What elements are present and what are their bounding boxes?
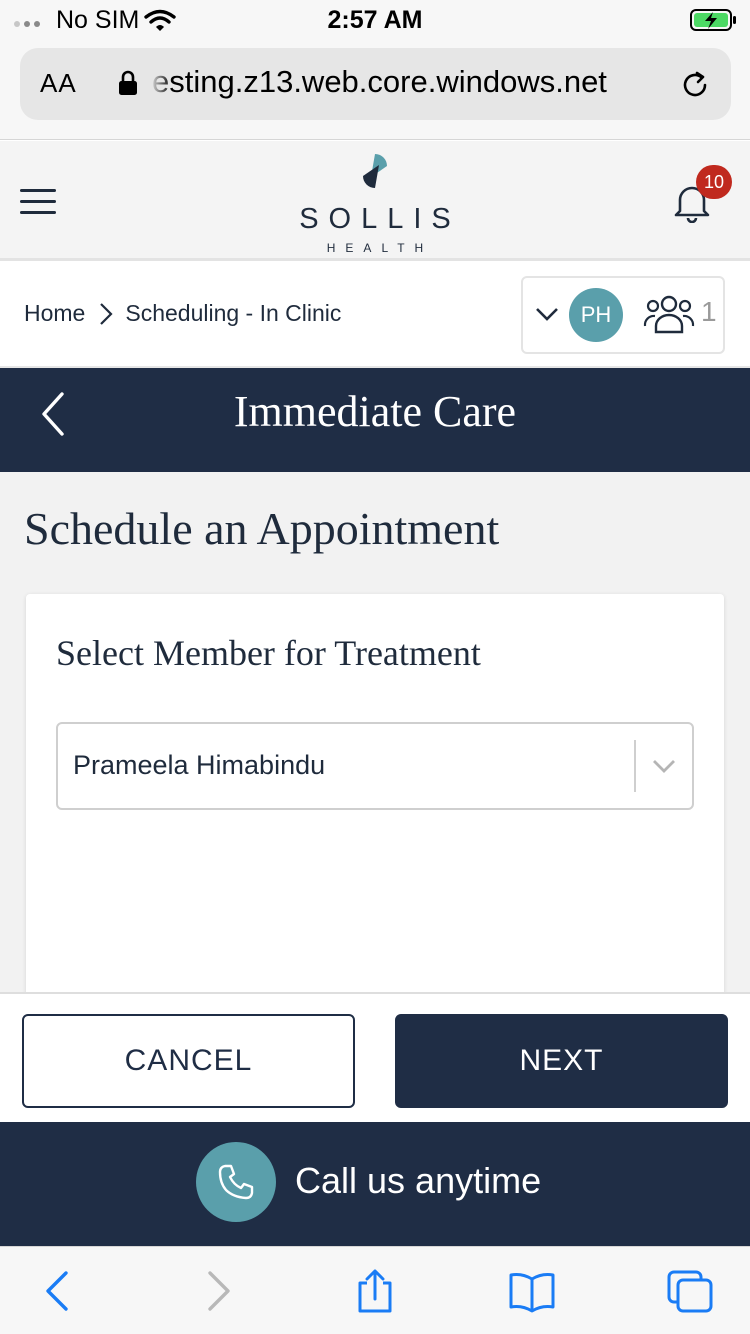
share-icon[interactable] xyxy=(351,1269,399,1313)
breadcrumb-home-link[interactable]: Home xyxy=(24,300,85,327)
browser-toolbar xyxy=(0,1246,750,1334)
notification-badge: 10 xyxy=(696,165,732,199)
next-button[interactable]: NEXT xyxy=(395,1014,728,1108)
action-bar: CANCEL NEXT xyxy=(0,992,750,1122)
card-title: Select Member for Treatment xyxy=(56,633,481,673)
lock-icon xyxy=(119,70,137,95)
logo-subtitle: HEALTH xyxy=(326,241,434,255)
sollis-logo[interactable]: SOLLIS HEALTH xyxy=(275,151,475,255)
url-text[interactable]: esting.z13.web.core.windows.net xyxy=(152,64,672,100)
call-label[interactable]: Call us anytime xyxy=(295,1160,541,1202)
battery-charging-icon xyxy=(690,9,736,31)
clock: 2:57 AM xyxy=(327,6,423,34)
member-count: 1 xyxy=(701,296,717,327)
breadcrumb: Home Scheduling - In Clinic xyxy=(24,300,341,327)
chevron-down-icon xyxy=(536,308,558,321)
cancel-button[interactable]: CANCEL xyxy=(22,1014,355,1108)
breadcrumb-current: Scheduling - In Clinic xyxy=(125,300,342,326)
logo-mark-icon xyxy=(363,154,387,188)
bookmarks-icon[interactable] xyxy=(508,1269,556,1313)
call-button[interactable] xyxy=(196,1142,276,1222)
call-bar[interactable]: Call us anytime xyxy=(0,1122,750,1246)
forward-arrow-icon[interactable] xyxy=(194,1269,242,1313)
member-switcher[interactable]: PH 1 xyxy=(521,276,725,354)
text-size-button[interactable]: AA xyxy=(40,68,77,99)
member-select-value[interactable]: Prameela Himabindu xyxy=(73,750,325,781)
address-bar[interactable]: AA esting.z13.web.core.windows.net xyxy=(20,48,731,120)
notifications-button[interactable]: 10 xyxy=(672,165,732,223)
member-select[interactable]: Prameela Himabindu xyxy=(56,722,694,810)
browser-address-area: AA esting.z13.web.core.windows.net xyxy=(0,40,750,140)
section-heading: Schedule an Appointment xyxy=(24,503,500,554)
select-divider xyxy=(634,740,636,792)
tabs-icon[interactable] xyxy=(666,1269,714,1313)
url-fade xyxy=(150,58,172,108)
reload-icon[interactable] xyxy=(680,70,710,100)
chevron-down-icon[interactable] xyxy=(652,758,676,774)
phone-icon xyxy=(218,1164,254,1200)
app-header: SOLLIS HEALTH 10 xyxy=(0,141,750,261)
status-bar: No SIM 2:57 AM xyxy=(0,0,750,40)
member-card: Select Member for Treatment Prameela Him… xyxy=(26,594,724,992)
back-arrow-icon[interactable] xyxy=(34,1269,82,1313)
chevron-right-icon xyxy=(100,302,113,325)
logo-title: SOLLIS xyxy=(299,203,461,235)
people-icon[interactable] xyxy=(643,292,695,336)
main-content: Schedule an Appointment Select Member fo… xyxy=(0,472,750,992)
breadcrumb-row: Home Scheduling - In Clinic PH 1 xyxy=(0,264,750,368)
menu-icon[interactable] xyxy=(20,189,56,215)
page-title: Immediate Care xyxy=(233,387,517,436)
title-band: Immediate Care xyxy=(0,368,750,472)
avatar[interactable]: PH xyxy=(569,288,623,342)
